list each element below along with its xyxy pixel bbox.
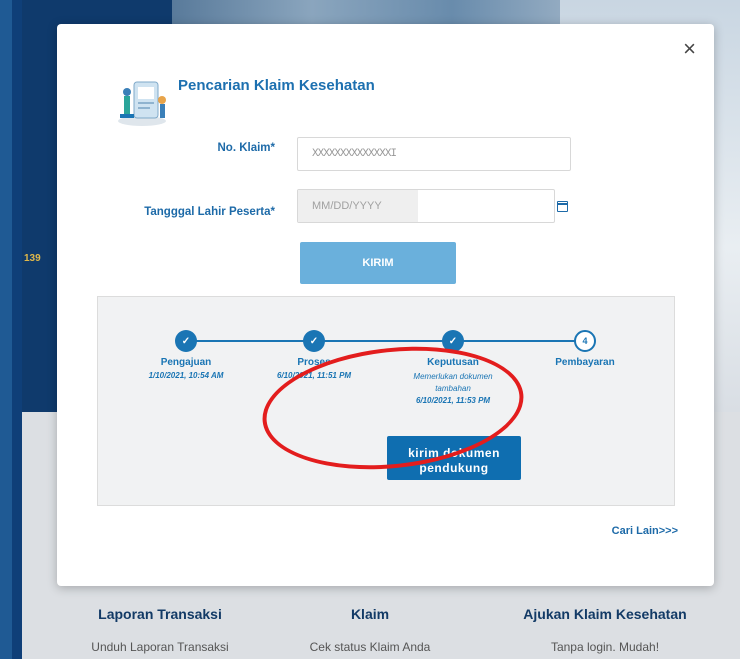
step-number-icon: 4 xyxy=(574,330,596,352)
footer-subtitle: Cek status Klaim Anda xyxy=(309,640,431,654)
background-photo-strip xyxy=(172,0,592,24)
birth-date-placeholder: MM/DD/YYYY xyxy=(312,200,382,212)
claim-number-input[interactable]: XXXXXXXXXXXXXXI xyxy=(297,137,571,171)
footer-title: Laporan Transaksi xyxy=(98,606,222,622)
progress-line-1 xyxy=(186,340,316,342)
claim-number-label: No. Klaim* xyxy=(217,142,275,154)
step-label-pengajuan: Pengajuan xyxy=(160,357,212,368)
step-check-icon: ✓ xyxy=(442,330,464,352)
footer-column-klaim[interactable]: Klaim Cek status Klaim Anda xyxy=(295,606,445,654)
footer-column-ajukan-klaim[interactable]: Ajukan Klaim Kesehatan Tanpa login. Muda… xyxy=(490,606,720,654)
claim-search-modal: × Pencarian Klaim Kesehatan No. Klaim* X… xyxy=(57,24,714,586)
claim-number-value: XXXXXXXXXXXXXXI xyxy=(312,148,397,160)
doc-button-line1: kirim dokumen xyxy=(408,446,500,460)
send-supporting-documents-button[interactable]: kirim dokumen pendukung xyxy=(387,436,521,480)
search-again-link[interactable]: Cari Lain>>> xyxy=(612,525,678,537)
close-icon[interactable]: × xyxy=(683,38,696,60)
progress-line-2 xyxy=(324,340,454,342)
step-date-keputusan: 6/10/2021, 11:53 PM xyxy=(415,396,491,405)
step-check-icon: ✓ xyxy=(303,330,325,352)
calendar-icon[interactable] xyxy=(557,201,568,212)
modal-title: Pencarian Klaim Kesehatan xyxy=(178,77,375,94)
step-date-pengajuan: 1/10/2021, 10:54 AM xyxy=(148,371,224,380)
step-check-icon: ✓ xyxy=(175,330,197,352)
progress-line-3 xyxy=(462,340,584,342)
birth-date-label: Tangggal Lahir Peserta* xyxy=(144,206,275,218)
step-date-proses: 6/10/2021, 11:51 PM xyxy=(276,371,352,380)
step-label-proses: Proses xyxy=(297,357,331,368)
claim-status-panel: ✓ ✓ ✓ 4 Pengajuan 1/10/2021, 10:54 AM Pr… xyxy=(97,296,675,506)
step-note-keputusan-2: tambahan xyxy=(435,384,471,393)
footer-title: Ajukan Klaim Kesehatan xyxy=(523,606,687,622)
step-note-keputusan: Memerlukan dokumen xyxy=(413,372,493,381)
footer-subtitle: Unduh Laporan Transaksi xyxy=(91,640,229,654)
window-frame-left-inner xyxy=(12,0,22,659)
step-label-keputusan: Keputusan xyxy=(427,357,479,368)
submit-button[interactable]: KIRIM xyxy=(300,242,456,284)
background-side-number: 139 xyxy=(24,253,41,264)
health-claim-icon xyxy=(118,81,166,126)
doc-button-line2: pendukung xyxy=(419,461,489,475)
footer-column-laporan[interactable]: Laporan Transaksi Unduh Laporan Transaks… xyxy=(70,606,250,654)
footer-subtitle: Tanpa login. Mudah! xyxy=(550,640,660,654)
footer-title: Klaim xyxy=(350,606,390,622)
birth-date-input[interactable]: MM/DD/YYYY xyxy=(297,189,555,223)
step-label-pembayaran: Pembayaran xyxy=(555,357,615,368)
